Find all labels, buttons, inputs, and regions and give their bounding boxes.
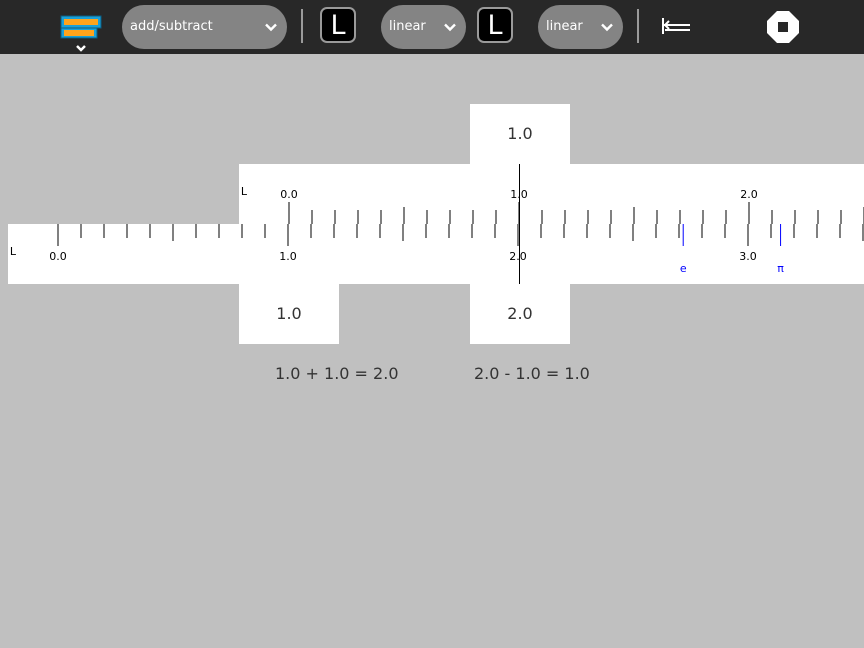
constant-label: e [680,262,687,275]
stock-tick-label: 3.0 [739,250,757,263]
stock-tick-label: 0.0 [49,250,67,263]
stock-tick-label: 1.0 [279,250,297,263]
stock-scale-name: L [10,245,17,258]
subtraction-result-text: 2.0 - 1.0 = 1.0 [474,364,590,383]
constant-label: π [777,262,784,275]
scale-ticks: 0.01.02.0L0.01.02.03.0Leπ [10,185,864,275]
stock-tick-label: 2.0 [509,250,527,263]
addition-result-text: 1.0 + 1.0 = 2.0 [275,364,399,383]
slide-tick-label: 0.0 [280,188,298,201]
slide-tick-label: 2.0 [740,188,758,201]
cursor-hairline[interactable] [519,164,520,284]
slide-scale-name: L [241,185,248,198]
